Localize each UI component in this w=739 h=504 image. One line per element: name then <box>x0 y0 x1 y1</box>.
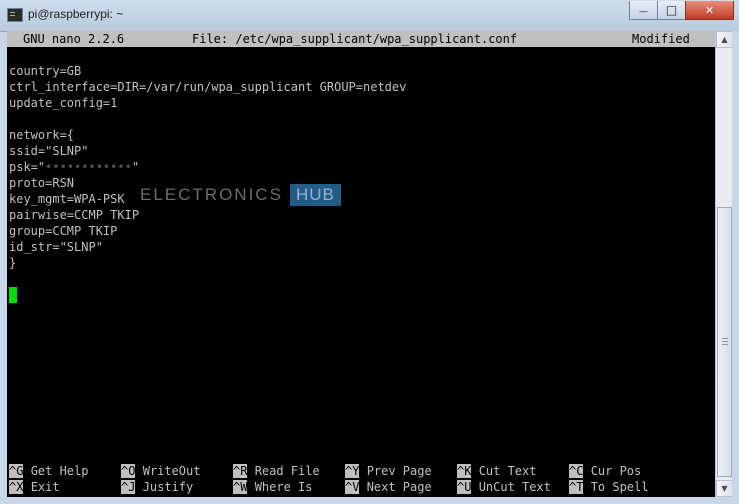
grip-line <box>722 344 728 345</box>
shortcut-key: ^J <box>121 480 136 494</box>
psk-masked-value: •••••••••••• <box>45 160 132 174</box>
shortcut-label: Cut Text <box>478 464 537 478</box>
watermark-text: ELECTRONICS <box>140 185 283 204</box>
nano-header-bar: GNU nano 2.2.6 File: /etc/wpa_supplicant… <box>7 31 715 47</box>
shortcut-cur-pos[interactable]: ^C Cur Pos <box>569 463 641 479</box>
window-frame-bottom <box>0 497 739 504</box>
nano-filename: File: /etc/wpa_supplicant/wpa_supplicant… <box>192 32 518 46</box>
shortcut-key: ^K <box>457 464 472 478</box>
shortcut-label: Next Page <box>366 480 432 494</box>
minimize-button[interactable]: — <box>629 1 658 20</box>
shortcut-key: ^X <box>9 480 24 494</box>
vertical-scrollbar[interactable]: ▲ ▼ <box>715 31 733 497</box>
shortcut-key: ^U <box>457 480 472 494</box>
grip-line <box>722 341 728 342</box>
shortcut-label: Read File <box>254 464 320 478</box>
window-title: pi@raspberrypi: ~ <box>28 7 124 21</box>
file-line: country=GB <box>9 64 82 78</box>
psk-prefix: psk=" <box>9 160 46 174</box>
shortcut-label: Exit <box>30 480 60 494</box>
shortcut-label: Prev Page <box>366 464 432 478</box>
shortcut-to-spell[interactable]: ^T To Spell <box>569 479 648 495</box>
grip-line <box>722 338 728 339</box>
watermark-logo: ELECTRONICS HUB <box>140 184 341 206</box>
shortcut-key: ^T <box>569 480 584 494</box>
shortcut-label: Justify <box>142 480 194 494</box>
shortcut-cut-text[interactable]: ^K Cut Text <box>457 463 536 479</box>
shortcut-prev-page[interactable]: ^Y Prev Page <box>345 463 432 479</box>
file-line: } <box>9 256 17 270</box>
shortcut-label: Cur Pos <box>590 464 642 478</box>
close-button[interactable]: ✕ <box>685 1 734 20</box>
shortcut-key: ^V <box>345 480 360 494</box>
maximize-button[interactable]: □ <box>657 1 686 20</box>
title-bar[interactable]: pi@raspberrypi: ~ — □ ✕ <box>0 0 739 32</box>
file-line-psk: psk="••••••••••••" <box>9 159 139 175</box>
shortcut-label: WriteOut <box>142 464 201 478</box>
shortcut-key: ^O <box>121 464 136 478</box>
shortcut-label: UnCut Text <box>478 480 551 494</box>
shortcut-key: ^C <box>569 464 584 478</box>
putty-terminal-icon <box>7 8 23 22</box>
shortcut-label: Where Is <box>254 480 313 494</box>
chevron-up-icon: ▲ <box>721 35 728 44</box>
file-line: network={ <box>9 128 75 142</box>
shortcut-next-page[interactable]: ^V Next Page <box>345 479 432 495</box>
shortcut-key: ^W <box>233 480 248 494</box>
shortcut-label: Get Help <box>30 464 89 478</box>
file-line: group=CCMP TKIP <box>9 224 118 238</box>
file-line: update_config=1 <box>9 96 118 110</box>
shortcut-get-help[interactable]: ^G Get Help <box>9 463 88 479</box>
file-line: key_mgmt=WPA-PSK <box>9 192 125 206</box>
text-cursor <box>9 287 17 303</box>
maximize-icon: □ <box>665 3 678 17</box>
nano-modified-status: Modified <box>632 32 690 46</box>
scroll-down-button[interactable]: ▼ <box>716 480 733 497</box>
shortcut-where-is[interactable]: ^W Where Is <box>233 479 312 495</box>
shortcut-writeout[interactable]: ^O WriteOut <box>121 463 200 479</box>
watermark-hub: HUB <box>290 184 341 206</box>
shortcut-key: ^Y <box>345 464 360 478</box>
shortcut-key: ^R <box>233 464 248 478</box>
file-line: ssid="SLNP" <box>9 144 89 158</box>
shortcut-label: To Spell <box>590 480 649 494</box>
shortcut-read-file[interactable]: ^R Read File <box>233 463 320 479</box>
close-icon: ✕ <box>704 3 715 17</box>
psk-suffix: " <box>131 160 140 174</box>
window-frame-right <box>732 31 739 504</box>
shortcut-uncut-text[interactable]: ^U UnCut Text <box>457 479 551 495</box>
shortcut-key: ^G <box>9 464 24 478</box>
file-line: id_str="SLNP" <box>9 240 103 254</box>
minimize-icon: — <box>639 7 648 17</box>
file-line: pairwise=CCMP TKIP <box>9 208 140 222</box>
terminal-screen[interactable]: GNU nano 2.2.6 File: /etc/wpa_supplicant… <box>7 31 715 497</box>
scroll-thumb[interactable] <box>717 207 732 477</box>
nano-version: GNU nano 2.2.6 <box>23 32 125 46</box>
chevron-down-icon: ▼ <box>721 484 728 493</box>
file-line: ctrl_interface=DIR=/var/run/wpa_supplica… <box>9 80 407 94</box>
shortcut-exit[interactable]: ^X Exit <box>9 479 60 495</box>
shortcut-justify[interactable]: ^J Justify <box>121 479 193 495</box>
file-line: proto=RSN <box>9 176 75 190</box>
terminal-window: pi@raspberrypi: ~ — □ ✕ GNU nano 2.2.6 F… <box>0 0 739 504</box>
scroll-up-button[interactable]: ▲ <box>716 31 733 48</box>
